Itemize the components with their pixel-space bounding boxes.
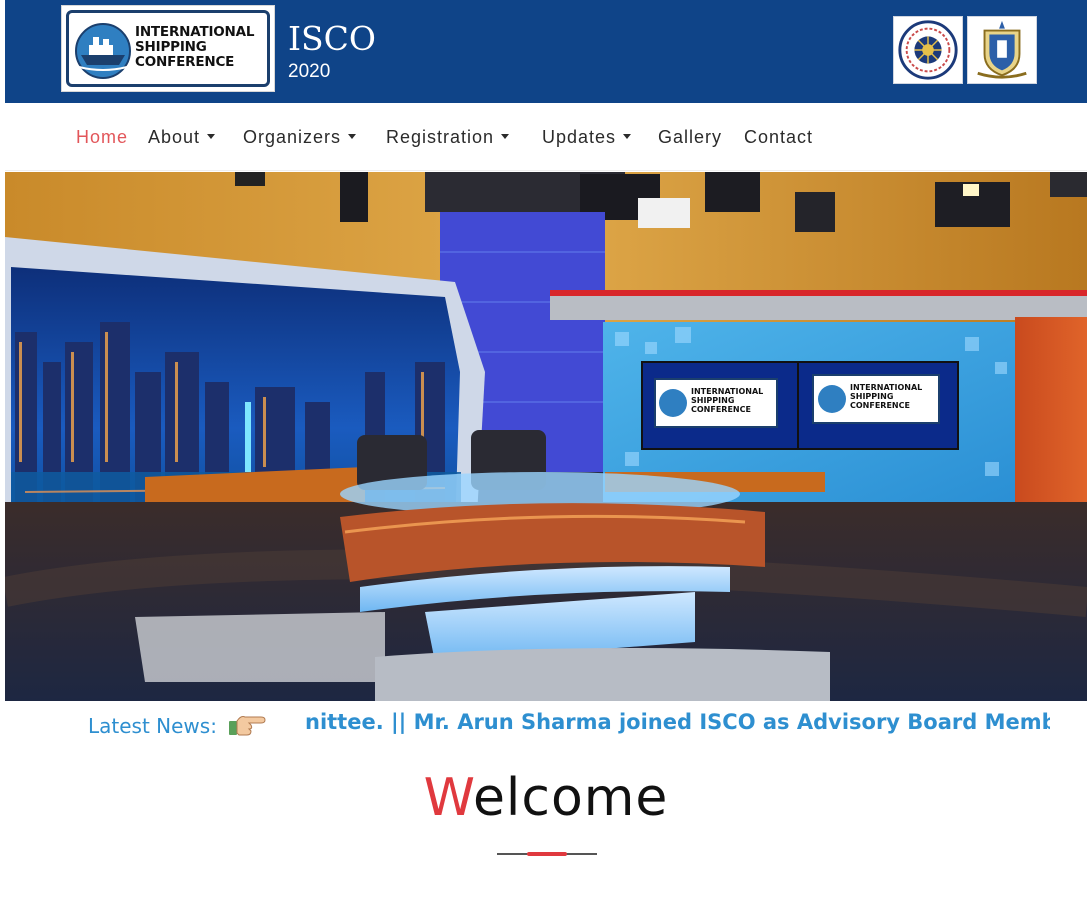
site-title: ISCO <box>288 19 376 58</box>
welcome-heading: Welcome <box>5 768 1087 828</box>
site-year: 2020 <box>288 61 331 82</box>
university-seal-logo <box>893 16 963 84</box>
screen-logo-line-3: CONFERENCE <box>691 405 751 414</box>
nav-about[interactable]: About <box>148 127 216 148</box>
screen-logo-line-5: SHIPPING <box>850 392 893 401</box>
heading-divider <box>497 852 597 856</box>
main-navigation: Home About Organizers Registration Updat… <box>5 103 1087 171</box>
screen-logo-line-6: CONFERENCE <box>850 401 910 410</box>
nav-updates[interactable]: Updates <box>542 127 632 148</box>
chevron-down-icon <box>501 133 510 139</box>
pointing-hand-icon <box>229 716 266 736</box>
ship-emblem-icon <box>75 23 131 79</box>
hero-banner-image: INTERNATIONAL SHIPPING CONFERENCE INTERN… <box>5 172 1087 701</box>
screen-logo-line-1: INTERNATIONAL <box>691 387 763 396</box>
nav-gallery[interactable]: Gallery <box>658 127 722 148</box>
site-header: INTERNATIONAL SHIPPING CONFERENCE ISCO 2… <box>5 0 1087 103</box>
screen-logo-line-4: INTERNATIONAL <box>850 383 922 392</box>
ticker-text[interactable]: nittee. || Mr. Arun Sharma joined ISCO a… <box>305 710 1050 734</box>
chevron-down-icon <box>623 133 632 139</box>
chevron-down-icon <box>207 133 216 139</box>
news-ticker: Latest News: nittee. || Mr. Arun Sharma … <box>5 701 1087 751</box>
logo-text: INTERNATIONAL SHIPPING CONFERENCE <box>135 24 255 70</box>
welcome-rest: elcome <box>472 768 669 828</box>
welcome-first-letter: W <box>423 768 473 828</box>
ticker-label: Latest News: <box>88 714 217 738</box>
nav-contact[interactable]: Contact <box>744 127 813 148</box>
screen-logo-line-2: SHIPPING <box>691 396 734 405</box>
crest-logo <box>967 16 1037 84</box>
nav-organizers[interactable]: Organizers <box>243 127 357 148</box>
conference-logo[interactable]: INTERNATIONAL SHIPPING CONFERENCE <box>61 5 275 92</box>
chevron-down-icon <box>348 133 357 139</box>
nav-registration[interactable]: Registration <box>386 127 510 148</box>
nav-home[interactable]: Home <box>76 127 128 148</box>
